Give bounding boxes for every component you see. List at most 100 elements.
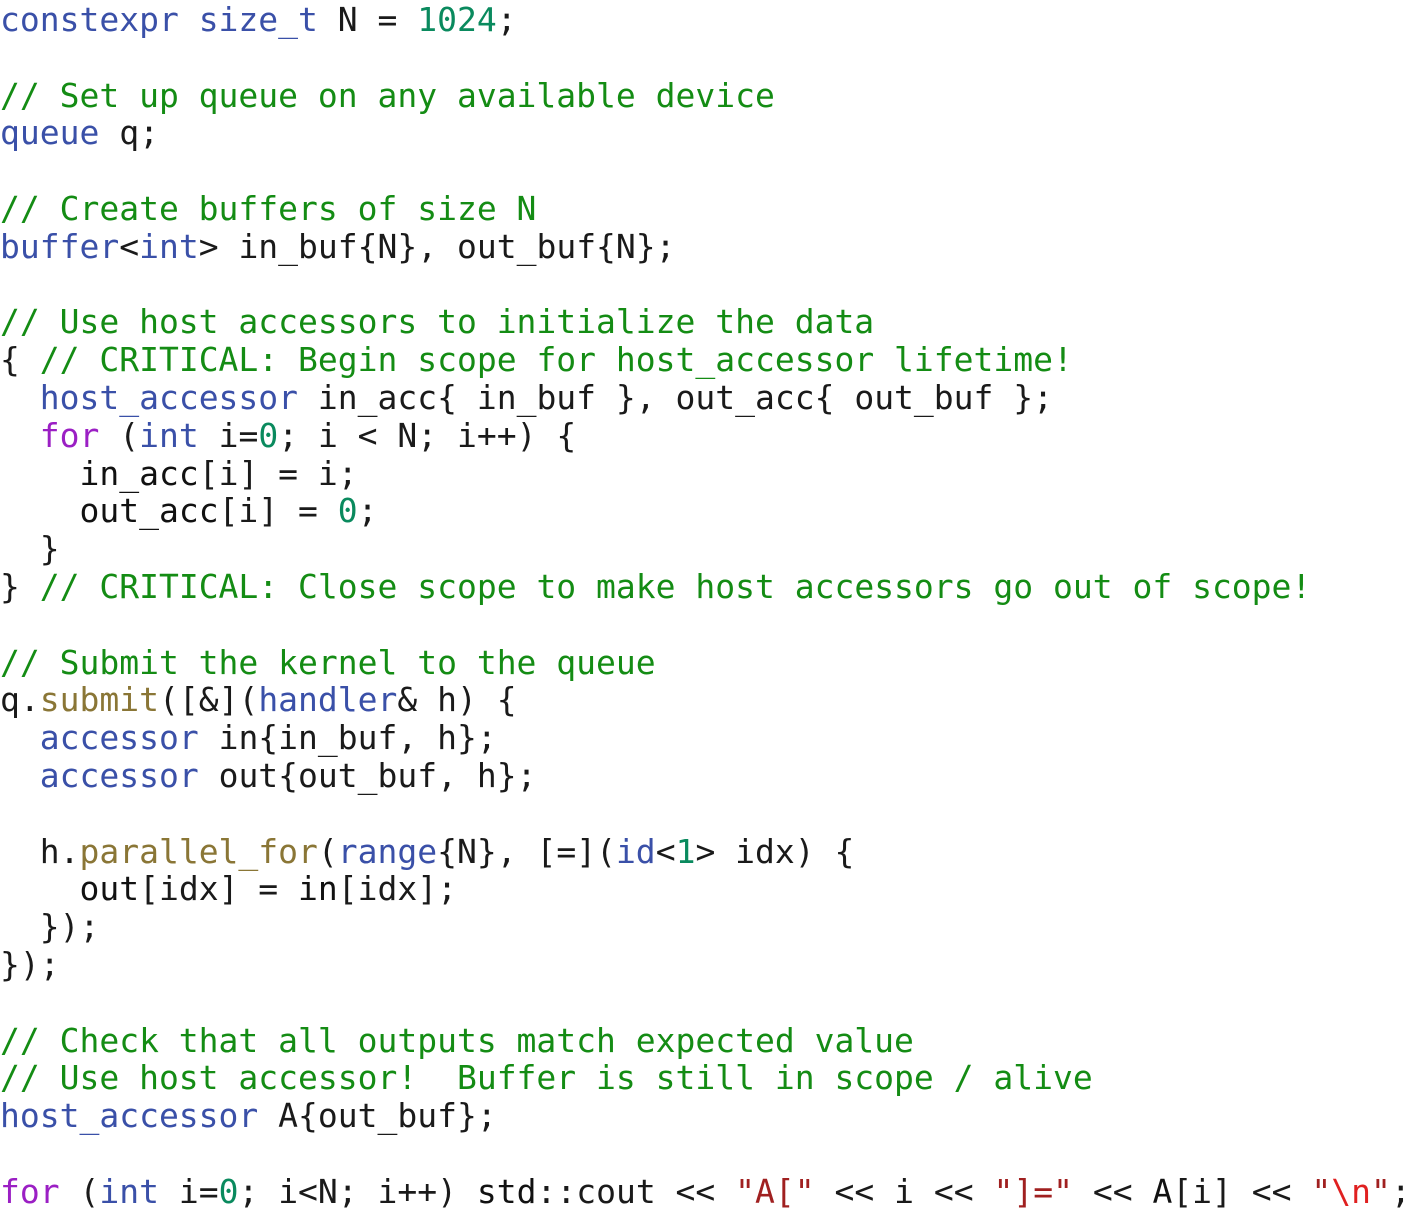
code-token-type: int xyxy=(139,415,199,455)
code-token-variable: A xyxy=(1152,1171,1173,1211)
code-token-plain: }); xyxy=(0,944,60,984)
code-line: // Create buffers of size N xyxy=(0,190,1421,228)
code-token-namespace: std xyxy=(476,1171,537,1211)
code-token-string: " xyxy=(1311,1171,1332,1211)
code-token-comment: // Create buffers of size N xyxy=(0,188,537,228)
code-line: ​ xyxy=(0,1135,1421,1173)
code-token-plain: i= xyxy=(158,1171,219,1211)
code-token-type: handler xyxy=(258,680,398,720)
code-line: ​ xyxy=(0,795,1421,833)
code-token-comment: // Submit the kernel to the queue xyxy=(0,642,656,682)
code-listing[interactable]: constexpr size_t N = 1024;​// Set up que… xyxy=(0,0,1421,1221)
code-token-plain: { xyxy=(0,340,40,380)
code-token-plain: [i] << xyxy=(1172,1171,1312,1211)
code-line: ​ xyxy=(0,606,1421,644)
code-line: } // CRITICAL: Close scope to make host … xyxy=(0,568,1421,606)
code-line: for (int i=0; i < N; i++) { xyxy=(0,415,1421,455)
code-token-plain: ; i<N; i++) xyxy=(238,1171,477,1211)
code-line: }); xyxy=(0,946,1421,984)
code-token-plain: } xyxy=(0,566,40,606)
code-line: host_accessor in_acc{ in_buf }, out_acc{… xyxy=(0,379,1421,417)
code-token-plain: ; xyxy=(1390,1171,1411,1211)
code-token-variable: in xyxy=(298,869,338,909)
code-token-plain: < xyxy=(655,831,676,871)
code-line: accessor out{out_buf, h}; xyxy=(0,757,1421,795)
code-token-number: 0 xyxy=(258,415,279,455)
code-token-type: host_accessor xyxy=(0,1096,259,1136)
code-line: buffer<int> in_buf{N}, out_buf{N}; xyxy=(0,226,1421,266)
code-token-type: int xyxy=(99,1171,159,1211)
code-token-plain: ([&]( xyxy=(158,680,259,720)
code-line: queue q; xyxy=(0,114,1421,152)
code-token-method: parallel_for xyxy=(79,831,318,871)
code-token-plain: A{out_buf}; xyxy=(258,1096,497,1136)
code-token-plain: > in_buf{N}, out_buf{N}; xyxy=(198,226,676,266)
code-line: host_accessor A{out_buf}; xyxy=(0,1097,1421,1135)
code-line: ​ xyxy=(0,984,1421,1022)
code-token-number: 1024 xyxy=(417,0,497,39)
code-token-plain: [idx] = xyxy=(139,869,299,909)
code-token-plain: ; xyxy=(357,491,378,531)
code-token-type: accessor xyxy=(39,718,199,758)
code-line: ​ xyxy=(0,152,1421,190)
code-token-plain: ( xyxy=(99,415,140,455)
code-token-number: 1 xyxy=(675,831,696,871)
code-token-type: buffer xyxy=(0,226,120,266)
code-token-type: size_t xyxy=(198,0,318,39)
code-token-plain: << i << xyxy=(814,1171,994,1211)
code-token-string: "A[" xyxy=(735,1171,815,1211)
code-line: constexpr size_t N = 1024; xyxy=(0,1,1421,39)
code-line: { // CRITICAL: Begin scope for host_acce… xyxy=(0,341,1421,379)
code-line: out_acc[i] = 0; xyxy=(0,492,1421,530)
code-token-comment: // Use host accessors to initialize the … xyxy=(0,302,875,342)
code-token-plain: > idx) { xyxy=(695,831,855,871)
code-token-comment: // Use host accessor! Buffer is still in… xyxy=(0,1058,1093,1098)
code-token-type: host_accessor xyxy=(39,377,299,417)
code-line: // Use host accessor! Buffer is still in… xyxy=(0,1059,1421,1097)
code-token-plain: in{in_buf, h}; xyxy=(198,718,497,758)
code-token-plain: } xyxy=(0,529,60,569)
code-token-plain: out{out_buf, h}; xyxy=(198,755,537,795)
code-token-plain: < xyxy=(119,226,140,266)
code-line: ​ xyxy=(0,266,1421,304)
code-token-plain: q; xyxy=(99,113,159,153)
code-token-plain: i= xyxy=(198,415,259,455)
code-token-plain: << xyxy=(1072,1171,1153,1211)
code-token-plain: }); xyxy=(0,907,100,947)
code-token-plain: q. xyxy=(0,680,40,720)
code-token-plain: ; xyxy=(496,0,517,39)
code-token-string: " xyxy=(1371,1171,1391,1211)
code-token-type: constexpr xyxy=(0,0,179,39)
code-token-type: queue xyxy=(0,113,100,153)
code-line: out[idx] = in[idx]; xyxy=(0,870,1421,908)
code-token-type: accessor xyxy=(39,755,199,795)
code-token-plain: in_acc{ in_buf }, out_acc{ out_buf }; xyxy=(298,377,1054,417)
code-token-comment: // CRITICAL: Close scope to make host ac… xyxy=(39,566,1312,606)
code-line: // Check that all outputs match expected… xyxy=(0,1021,1421,1060)
code-line: // Set up queue on any available device xyxy=(0,76,1421,115)
code-token-plain: {N}, [=]( xyxy=(437,831,616,871)
code-token-plain: N = xyxy=(317,0,418,39)
code-line: // Submit the kernel to the queue xyxy=(0,642,1421,682)
code-token-string: "]=" xyxy=(993,1171,1073,1211)
code-token-comment: // CRITICAL: Begin scope for host_access… xyxy=(39,340,1073,380)
code-token-keyword: for xyxy=(0,1171,60,1211)
code-token-type: id xyxy=(615,831,656,871)
code-token-plain: ::cout << xyxy=(536,1171,736,1211)
code-line: accessor in{in_buf, h}; xyxy=(0,719,1421,757)
code-line: in_acc[i] = i; xyxy=(0,453,1421,493)
code-token-variable: out xyxy=(79,869,140,909)
code-token-type: range xyxy=(337,831,438,871)
code-token-plain: ( xyxy=(59,1171,100,1211)
code-token-plain: [i] = i; xyxy=(198,453,358,493)
code-token-variable: out_acc xyxy=(79,491,219,531)
code-line: }); xyxy=(0,908,1421,946)
code-token-keyword: for xyxy=(39,415,100,455)
code-line: // Use host accessors to initialize the … xyxy=(0,303,1421,341)
code-token-plain: & h) { xyxy=(397,680,517,720)
code-token-plain: h. xyxy=(0,831,80,871)
